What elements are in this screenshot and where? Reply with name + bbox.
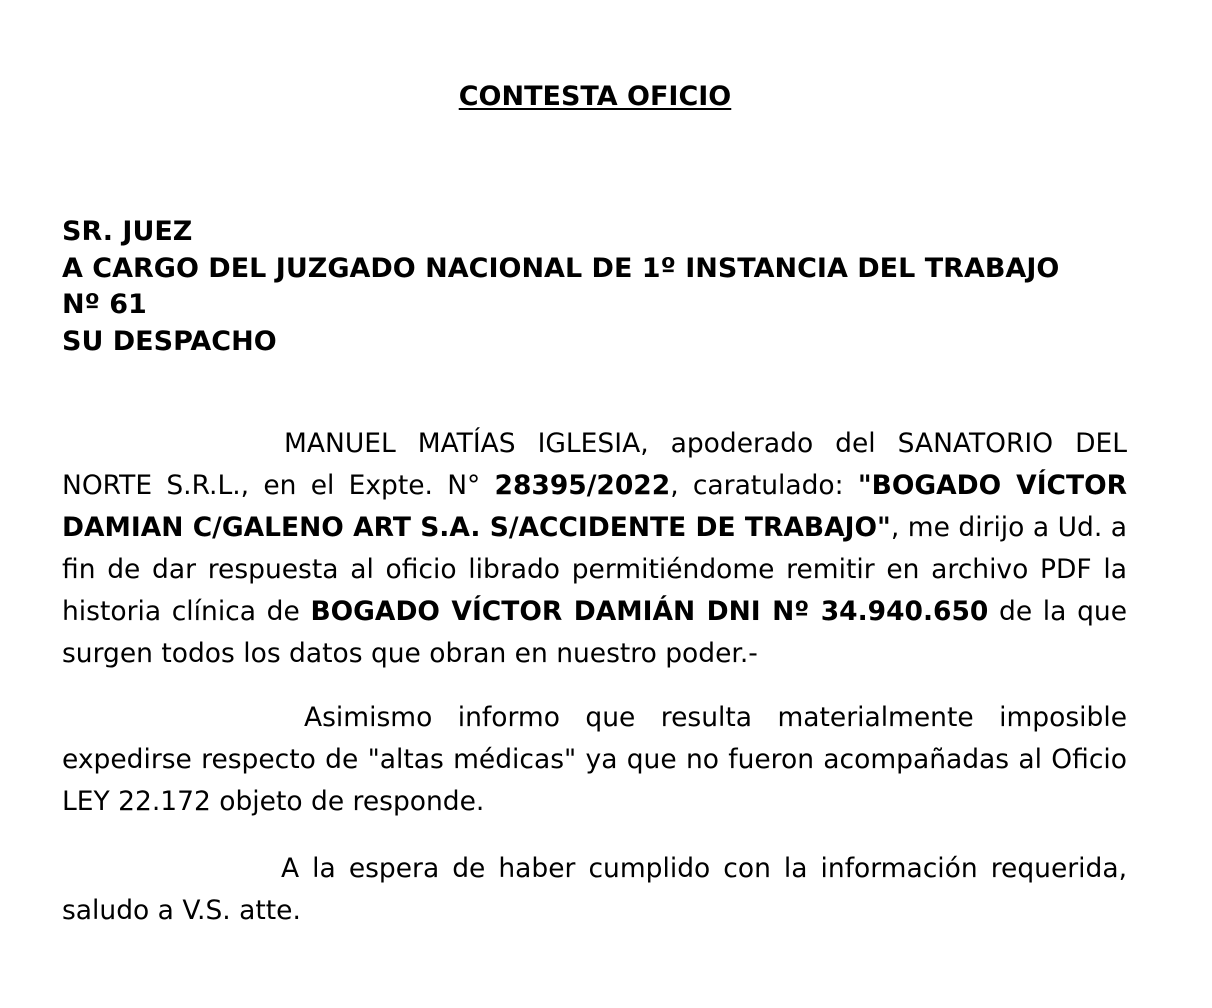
paragraph-3-text: A la espera de haber cumplido con la inf…	[62, 853, 1127, 926]
addressee-line-4: SU DESPACHO	[62, 325, 277, 357]
addressee-line-3: Nº 61	[62, 289, 147, 320]
document-page: CONTESTA OFICIO SR. JUEZ A CARGO DEL JUZ…	[0, 0, 1212, 1008]
paragraph-1: MANUEL MATÍAS IGLESIA, apoderado del SAN…	[62, 423, 1127, 675]
paragraph-2: Asimismo informo que resulta materialmen…	[62, 697, 1127, 823]
paragraph-3: A la espera de haber cumplido con la inf…	[62, 848, 1127, 932]
addressee-line-1: SR. JUEZ	[62, 216, 193, 247]
paragraph-2-text: Asimismo informo que resulta materialmen…	[62, 702, 1127, 817]
patient-identification: BOGADO VÍCTOR DAMIÁN DNI Nº 34.940.650	[310, 596, 989, 627]
addressee-line-2: A CARGO DEL JUZGADO NACIONAL DE 1º INSTA…	[62, 252, 1060, 284]
document-title: CONTESTA OFICIO	[0, 80, 1190, 114]
addressee-block: SR. JUEZ A CARGO DEL JUZGADO NACIONAL DE…	[62, 214, 1142, 360]
document-title-text: CONTESTA OFICIO	[458, 81, 732, 112]
case-number: 28395/2022	[494, 470, 671, 501]
caratulado-label: , caratulado:	[670, 470, 858, 501]
